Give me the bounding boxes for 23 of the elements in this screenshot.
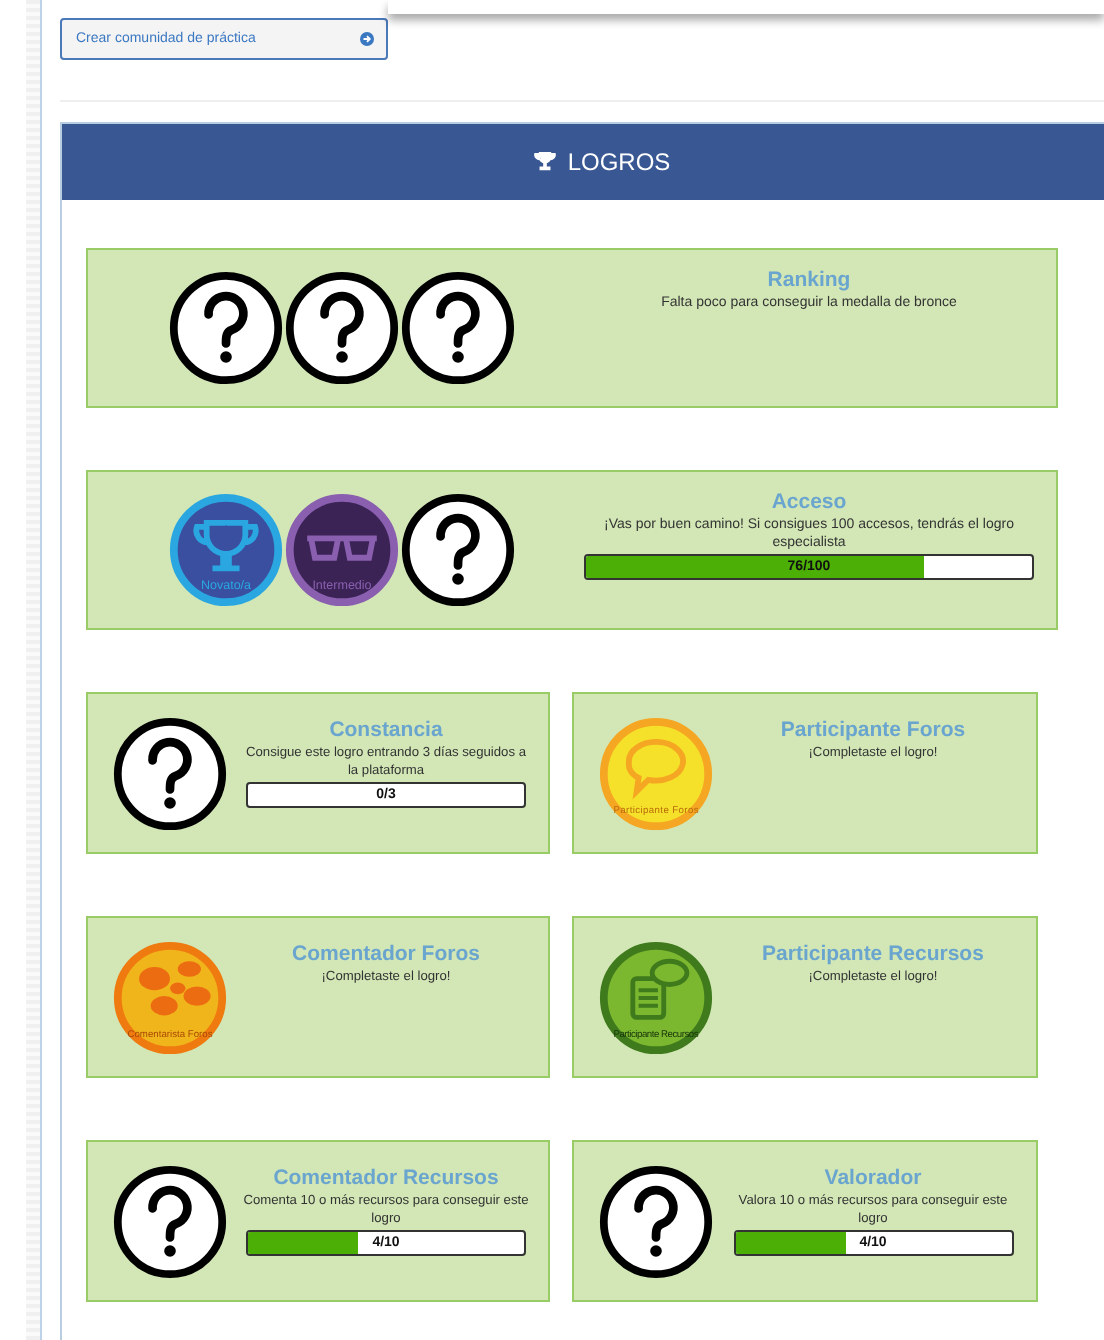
- speech-bubble-badge-icon: [599, 716, 713, 830]
- achievement-title: Comentador Foros: [292, 942, 480, 966]
- trophy-badge-icon: [169, 493, 283, 607]
- achievement-title: Valorador: [824, 1166, 922, 1190]
- achievement-title: Constancia: [329, 718, 443, 742]
- document-badge-icon: [599, 940, 713, 1054]
- question-mark-badge-icon: [598, 1163, 714, 1279]
- trophy-icon: [533, 152, 556, 172]
- achievement-title: Comentador Recursos: [273, 1166, 499, 1190]
- achievement-title: Participante Foros: [780, 718, 966, 742]
- arrow-circle-icon: [360, 32, 374, 46]
- question-mark-badge-icon: [400, 492, 516, 608]
- question-mark-badge-icon: [400, 270, 516, 386]
- panel-title: LOGROS: [567, 148, 671, 176]
- question-mark-badge-icon: [112, 1163, 228, 1279]
- achievement-title: Participante Recursos: [762, 942, 984, 966]
- achievement-title: Acceso: [771, 490, 847, 514]
- question-mark-badge-icon: [168, 270, 284, 386]
- question-mark-badge-icon: [284, 270, 400, 386]
- achievement-title: Ranking: [767, 268, 851, 292]
- question-mark-badge-icon: [112, 715, 228, 831]
- chat-bubbles-badge-icon: [113, 940, 227, 1054]
- glasses-badge-icon: [285, 493, 399, 607]
